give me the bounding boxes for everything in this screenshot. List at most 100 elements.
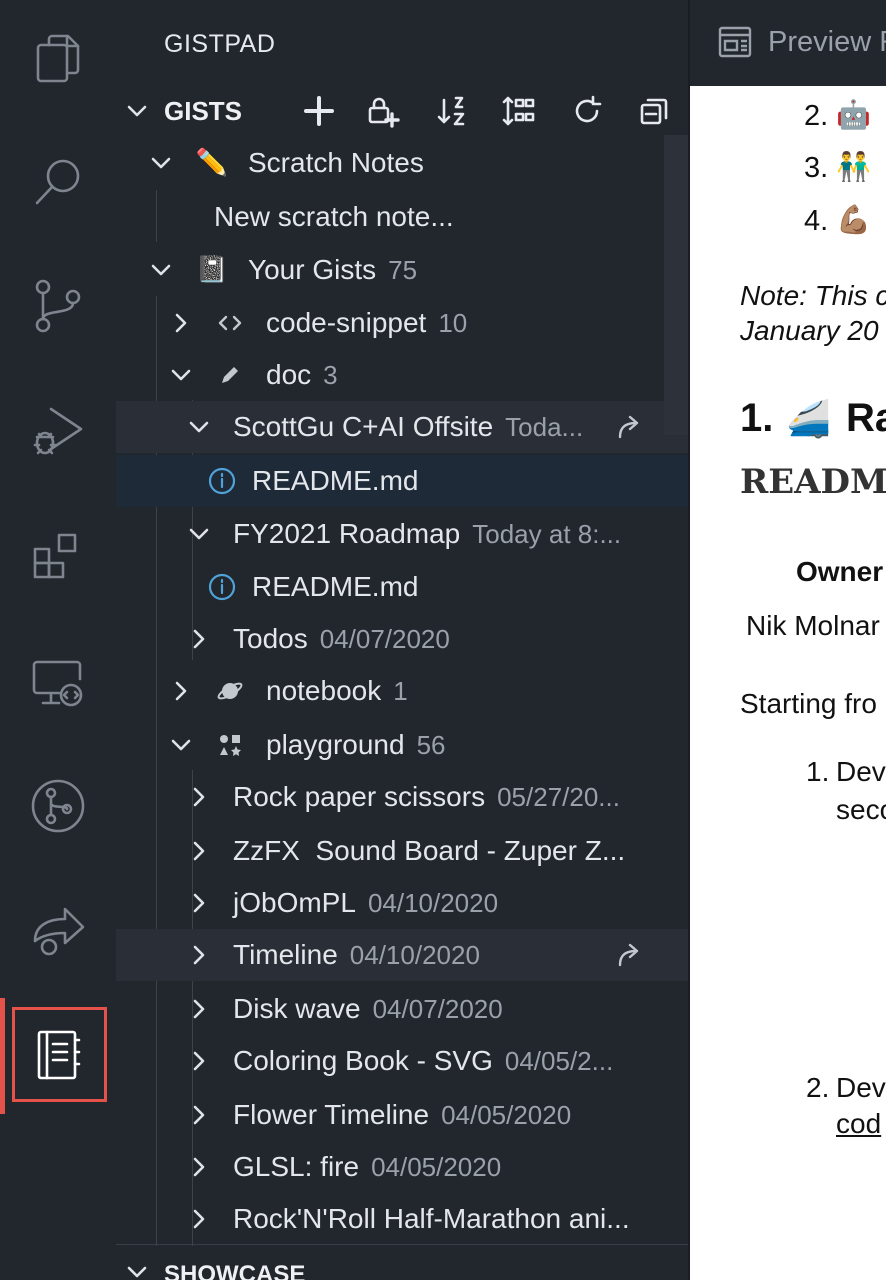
chevron-right-icon bbox=[186, 1154, 212, 1180]
source-control-icon[interactable] bbox=[0, 256, 116, 356]
gist-date: 04/05/2020 bbox=[441, 1100, 572, 1130]
tree-item-label: FY2021 Roadmap bbox=[233, 518, 461, 549]
pull-requests-icon[interactable] bbox=[0, 756, 116, 856]
tree-item-label: Rock'N'Roll Half-Marathon ani... bbox=[233, 1203, 630, 1234]
list-number: 4. bbox=[804, 205, 829, 237]
pencil-icon bbox=[214, 359, 246, 391]
tree-item-label: New scratch note... bbox=[214, 201, 454, 232]
tree-item-coloring-book[interactable]: Coloring Book - SVG 04/05/2... bbox=[116, 1035, 688, 1087]
list-number: 2. bbox=[806, 1072, 830, 1103]
tree-item-notebook[interactable]: notebook 1 bbox=[116, 665, 688, 717]
chevron-right-icon bbox=[186, 996, 212, 1022]
gist-date: 04/10/2020 bbox=[349, 940, 480, 970]
owner-name: Nik Molnar bbox=[746, 610, 880, 641]
gist-count: 1 bbox=[393, 676, 408, 706]
tree-item-disk-wave[interactable]: Disk wave 04/07/2020 bbox=[116, 983, 688, 1035]
tree-item-timeline[interactable]: Timeline 04/10/2020 bbox=[116, 929, 688, 981]
tree-item-zzfx[interactable]: ZzFX Sound Board - Zuper Z... bbox=[116, 825, 688, 877]
list-item-text: Dev bbox=[836, 756, 886, 787]
add-private-gist-icon[interactable] bbox=[364, 92, 402, 130]
list-number: 1. bbox=[806, 756, 830, 787]
sidebar-title: GISTPAD bbox=[164, 30, 276, 58]
tree-item-label: Timeline bbox=[233, 939, 338, 970]
gist-date: 04/10/2020 bbox=[367, 888, 499, 918]
gist-count: 10 bbox=[438, 308, 468, 338]
tree-item-fy2021-roadmap[interactable]: FY2021 Roadmap Today at 8:... bbox=[116, 508, 688, 560]
code-link[interactable]: cod bbox=[836, 1108, 881, 1140]
group-icon[interactable] bbox=[500, 92, 538, 130]
list-number: 3. bbox=[804, 152, 829, 184]
gists-section-header[interactable]: GISTS bbox=[116, 88, 688, 134]
gist-date: Today at 8:... bbox=[472, 519, 622, 549]
paragraph-text: Starting fro bbox=[740, 688, 877, 719]
tree-item-new-scratch-note[interactable]: New scratch note... bbox=[116, 191, 688, 243]
markdown-preview: Preview R 2. 🤖 3. 👬 4. 💪🏽 Note: This c J… bbox=[690, 0, 886, 1280]
tree-item-readme[interactable]: README.md bbox=[116, 561, 688, 613]
tree-item-your-gists[interactable]: 📓 Your Gists 75 bbox=[116, 244, 688, 296]
list-number: 2. bbox=[804, 100, 829, 132]
add-icon[interactable] bbox=[300, 92, 338, 130]
list-item-text: seco bbox=[836, 794, 886, 825]
chevron-down-icon bbox=[124, 98, 150, 129]
chevron-down-icon bbox=[186, 414, 212, 440]
refresh-icon[interactable] bbox=[568, 92, 606, 130]
sort-icon[interactable] bbox=[434, 92, 472, 130]
tree-item-glsl-fire[interactable]: GLSL: fire 04/05/2020 bbox=[116, 1141, 688, 1193]
list-item-text: Dev bbox=[836, 1072, 886, 1103]
tree-item-label: Your Gists bbox=[248, 254, 377, 285]
extensions-icon[interactable] bbox=[0, 506, 116, 606]
tree-item-label: README.md bbox=[252, 465, 419, 496]
tab-preview[interactable]: Preview R bbox=[768, 26, 886, 59]
gist-count: 75 bbox=[388, 255, 418, 285]
chevron-right-icon bbox=[186, 942, 212, 968]
search-icon[interactable] bbox=[0, 132, 116, 232]
chevron-down-icon bbox=[186, 521, 212, 547]
tree-item-label: ScottGu C+AI Offsite bbox=[233, 411, 494, 442]
tree-item-rock-paper-scissors[interactable]: Rock paper scissors 05/27/20... bbox=[116, 771, 688, 823]
chevron-down-icon bbox=[168, 732, 194, 758]
active-indicator bbox=[0, 998, 5, 1114]
chevron-down-icon bbox=[148, 257, 174, 283]
tree-item-code-snippet[interactable]: code-snippet 10 bbox=[116, 297, 688, 349]
tree-item-readme[interactable]: README.md bbox=[116, 455, 688, 507]
tree-item-label: jObOmPL bbox=[233, 887, 356, 918]
tree-item-scratch-notes[interactable]: ✏️ Scratch Notes bbox=[116, 137, 688, 189]
code-icon bbox=[214, 307, 246, 339]
remote-explorer-icon[interactable] bbox=[0, 632, 116, 732]
tree-item-label: Scratch Notes bbox=[248, 147, 424, 178]
gist-date: 04/07/2020 bbox=[372, 994, 503, 1024]
gist-count: 56 bbox=[416, 730, 446, 760]
chevron-right-icon bbox=[186, 838, 212, 864]
tree-item-label: README.md bbox=[252, 571, 419, 602]
train-emoji: 🚄 bbox=[786, 399, 831, 440]
chevron-right-icon bbox=[186, 890, 212, 916]
info-icon bbox=[206, 465, 238, 497]
scrollbar-thumb[interactable] bbox=[664, 135, 688, 435]
tree-item-scottgu-offsite[interactable]: ScottGu C+AI Offsite Toda... bbox=[116, 401, 688, 453]
gist-date: 04/07/2020 bbox=[319, 624, 450, 654]
live-share-icon[interactable] bbox=[0, 880, 116, 980]
gist-date: 04/05/2... bbox=[504, 1046, 614, 1076]
tree-item-todos[interactable]: Todos 04/07/2020 bbox=[116, 613, 688, 665]
explorer-icon[interactable] bbox=[0, 8, 116, 108]
pencil-icon: ✏️ bbox=[195, 148, 229, 178]
tree-item-rocknroll[interactable]: Rock'N'Roll Half-Marathon ani... bbox=[116, 1193, 688, 1245]
tree-item-jobompl[interactable]: jObOmPL 04/10/2020 bbox=[116, 877, 688, 929]
share-icon[interactable] bbox=[616, 413, 644, 448]
run-debug-icon[interactable] bbox=[0, 380, 116, 480]
tree-item-doc[interactable]: doc 3 bbox=[116, 349, 688, 401]
tree-item-label: Flower Timeline bbox=[233, 1099, 430, 1130]
showcase-section-header[interactable]: SHOWCASE bbox=[116, 1244, 688, 1280]
tree-item-label: Rock paper scissors bbox=[233, 781, 486, 812]
code-heading: README bbox=[740, 462, 886, 502]
activity-bar bbox=[0, 0, 116, 1280]
chevron-right-icon bbox=[186, 1206, 212, 1232]
tree-item-flower-timeline[interactable]: Flower Timeline 04/05/2020 bbox=[116, 1089, 688, 1141]
tree-item-playground[interactable]: playground 56 bbox=[116, 719, 688, 771]
heading-text: Ra bbox=[846, 396, 886, 440]
chevron-down-icon bbox=[148, 150, 174, 176]
editor-tab-bar: Preview R bbox=[690, 0, 886, 86]
collapse-all-icon[interactable] bbox=[636, 92, 674, 130]
share-icon[interactable] bbox=[616, 941, 644, 976]
chevron-right-icon bbox=[168, 678, 194, 704]
